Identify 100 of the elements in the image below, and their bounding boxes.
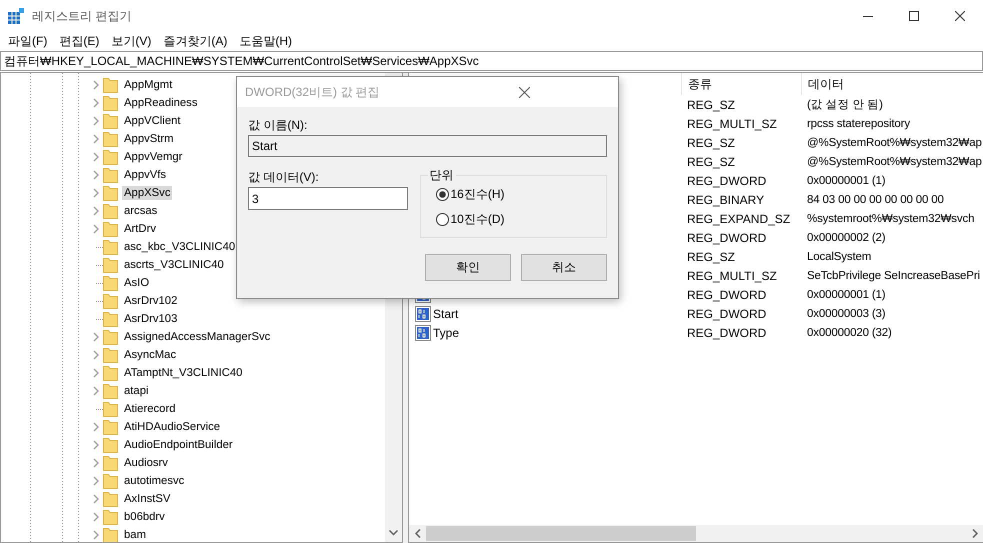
- chevron-icon[interactable]: [92, 224, 100, 234]
- chevron-icon[interactable]: [92, 332, 100, 342]
- registry-cubes-icon: [8, 8, 24, 24]
- menu-item[interactable]: 편집(E): [53, 32, 106, 51]
- value-data: 0x00000001 (1): [806, 288, 886, 300]
- tree-item[interactable]: ascrts_V3CLINIC40: [122, 258, 226, 272]
- radio-label[interactable]: 10진수(D): [450, 210, 505, 228]
- chevron-icon[interactable]: [92, 368, 100, 378]
- tree-item[interactable]: asc_kbc_V3CLINIC40: [122, 240, 238, 254]
- chevron-icon[interactable]: [92, 512, 100, 522]
- tree-item[interactable]: AppReadiness: [122, 96, 200, 110]
- value-type: REG_DWORD: [686, 288, 768, 302]
- value-name-label: 값 이름(N):: [248, 116, 308, 134]
- folder-icon: [103, 419, 118, 435]
- tree-item[interactable]: AssignedAccessManagerSvc: [122, 330, 272, 344]
- chevron-icon[interactable]: [92, 422, 100, 432]
- tree-item[interactable]: AppVClient: [122, 114, 183, 128]
- chevron-icon[interactable]: [92, 206, 100, 216]
- chevron-icon[interactable]: [92, 350, 100, 360]
- tree-item[interactable]: arcsas: [122, 204, 160, 218]
- value-data: @%SystemRoot%₩system32₩ap: [806, 156, 982, 168]
- tree-item[interactable]: AppvStrm: [122, 132, 176, 146]
- tree-item[interactable]: AxInstSV: [122, 492, 172, 506]
- tree-item[interactable]: AsrDrv102: [122, 294, 180, 308]
- tree-item[interactable]: AppXSvc: [122, 186, 172, 200]
- folder-icon: [103, 221, 118, 237]
- tree-item[interactable]: atapi: [122, 384, 150, 398]
- value-data: @%SystemRoot%₩system32₩ap: [806, 136, 982, 148]
- menu-item[interactable]: 도움말(H): [233, 32, 298, 51]
- column-header[interactable]: 종류: [681, 73, 801, 95]
- tree-item[interactable]: Audiosrv: [122, 456, 170, 470]
- value-data: 84 03 00 00 00 00 00 00 00: [806, 194, 944, 206]
- menu-item[interactable]: 파일(F): [2, 32, 54, 51]
- tree-item[interactable]: ArtDrv: [122, 222, 158, 236]
- dialog-title: DWORD(32비트) 값 편집: [245, 84, 381, 100]
- close-icon[interactable]: [519, 86, 530, 98]
- folder-icon: [103, 203, 118, 219]
- column-header[interactable]: 데이터: [801, 73, 844, 95]
- horizontal-scrollbar[interactable]: [409, 525, 983, 542]
- tree-item[interactable]: bam: [122, 528, 148, 542]
- value-data-field[interactable]: 3: [248, 187, 408, 210]
- value-data: LocalSystem: [806, 250, 872, 262]
- tree-item[interactable]: AtiHDAudioService: [122, 420, 222, 434]
- chevron-icon[interactable]: [92, 530, 100, 540]
- menu-item[interactable]: 즐겨찾기(A): [157, 32, 234, 51]
- radio-button[interactable]: [436, 188, 448, 200]
- value-type: REG_SZ: [686, 136, 736, 150]
- chevron-icon[interactable]: [92, 494, 100, 504]
- value-data: %systemroot%₩system32₩svch: [806, 212, 974, 224]
- chevron-icon[interactable]: [92, 80, 100, 90]
- dialog-button[interactable]: 취소: [521, 254, 607, 281]
- tree-item[interactable]: AppMgmt: [122, 78, 174, 92]
- chevron-icon[interactable]: [92, 170, 100, 180]
- value-type: REG_SZ: [686, 98, 736, 112]
- chevron-icon[interactable]: [92, 134, 100, 144]
- folder-icon: [103, 347, 118, 363]
- value-data: (값 설정 안 됨): [806, 98, 883, 112]
- binary-value-icon: [415, 324, 431, 340]
- tree-item[interactable]: autotimesvc: [122, 474, 186, 488]
- chevron-icon[interactable]: [92, 188, 100, 198]
- tree-item[interactable]: AppvVfs: [122, 168, 168, 182]
- tree-item[interactable]: AsrDrv103: [122, 312, 180, 326]
- chevron-icon[interactable]: [92, 476, 100, 486]
- tree-item[interactable]: ATamptNt_V3CLINIC40: [122, 366, 244, 380]
- tree-item[interactable]: AsIO: [122, 276, 152, 290]
- dialog-button[interactable]: 확인: [425, 254, 511, 281]
- value-type: REG_DWORD: [686, 230, 768, 244]
- value-data: SeTcbPrivilege SeIncreaseBasePri: [806, 270, 980, 282]
- tree-item[interactable]: Atierecord: [122, 402, 178, 416]
- folder-icon: [103, 131, 118, 147]
- chevron-icon[interactable]: [92, 458, 100, 468]
- radio-label[interactable]: 16진수(H): [450, 186, 505, 202]
- folder-icon: [103, 113, 118, 129]
- value-name-field[interactable]: Start: [248, 135, 607, 157]
- radio-button[interactable]: [436, 212, 448, 226]
- tree-item[interactable]: b06bdrv: [122, 510, 167, 524]
- address-bar[interactable]: 컴퓨터₩HKEY_LOCAL_MACHINE₩SYSTEM₩CurrentControlSet₩Services₩AppXSvc: [0, 51, 983, 71]
- folder-icon: [103, 491, 118, 507]
- value-name[interactable]: Type: [433, 326, 460, 340]
- chevron-icon[interactable]: [92, 116, 100, 126]
- maximize-icon[interactable]: [909, 11, 919, 21]
- chevron-icon[interactable]: [92, 98, 100, 108]
- tree-item[interactable]: AsyncMac: [122, 348, 178, 362]
- value-type: REG_BINARY: [686, 192, 766, 206]
- folder-icon: [103, 437, 118, 453]
- chevron-icon[interactable]: [92, 152, 100, 162]
- value-name[interactable]: Start: [433, 306, 458, 320]
- tree-item[interactable]: AudioEndpointBuilder: [122, 438, 235, 452]
- scrollbar-thumb[interactable]: [426, 526, 696, 541]
- window-title: 레지스트리 편집기: [32, 8, 132, 24]
- folder-icon: [103, 401, 118, 417]
- folder-icon: [103, 77, 118, 93]
- close-icon[interactable]: [955, 11, 965, 21]
- value-type: REG_DWORD: [686, 306, 768, 320]
- chevron-icon[interactable]: [92, 440, 100, 450]
- menu-item[interactable]: 보기(V): [105, 32, 158, 51]
- tree-item[interactable]: AppvVemgr: [122, 150, 184, 164]
- chevron-icon[interactable]: [92, 386, 100, 396]
- value-type: REG_EXPAND_SZ: [686, 212, 792, 226]
- folder-icon: [103, 149, 118, 165]
